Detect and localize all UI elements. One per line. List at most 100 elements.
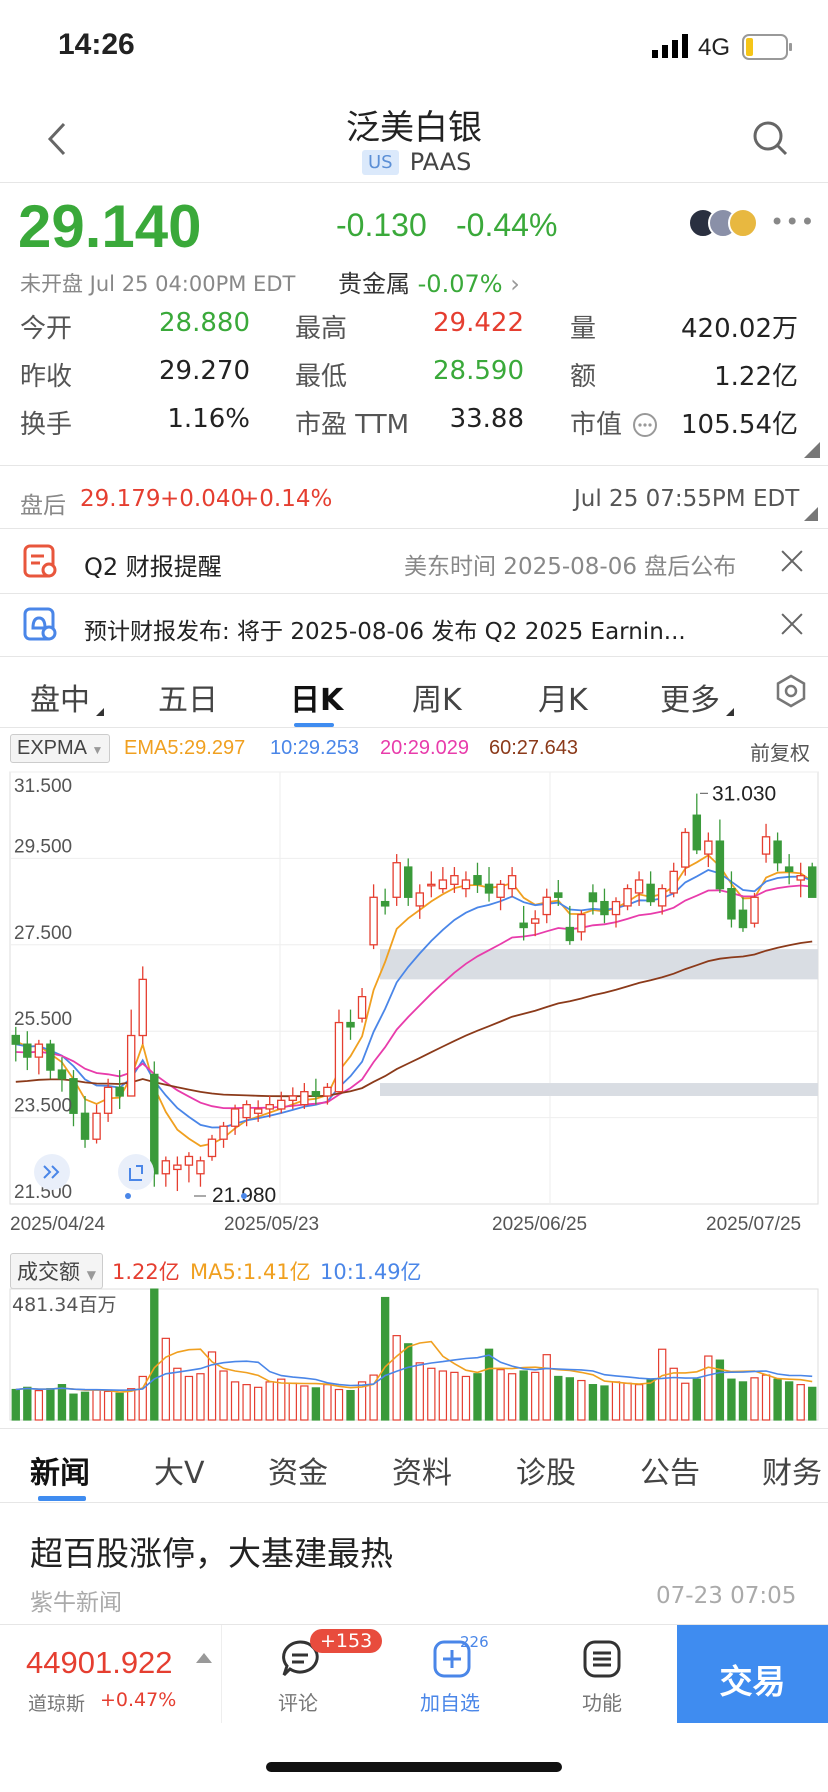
date-axis-label: 2025/05/23 xyxy=(224,1214,319,1235)
ema5-label: EMA5:29.297 xyxy=(124,737,246,759)
content-tab[interactable]: 资料 xyxy=(392,1448,452,1492)
volume-bar xyxy=(219,1370,228,1421)
volume-bar xyxy=(230,1381,240,1421)
volume-ma5: MA5:1.41亿 xyxy=(190,1260,311,1284)
volume-bar xyxy=(727,1378,736,1421)
chart-tab[interactable]: 月K xyxy=(538,675,588,719)
volume-bar xyxy=(103,1390,113,1421)
content-tab[interactable]: 财务 xyxy=(762,1448,822,1492)
volume-bar xyxy=(150,1288,159,1421)
avatar-group[interactable] xyxy=(688,208,762,238)
fullscreen-button[interactable] xyxy=(118,1154,154,1190)
after-hours-time: Jul 25 07:55PM EDT xyxy=(574,486,800,512)
chevron-down-icon: ▼ xyxy=(91,743,104,757)
watch-count: 226 xyxy=(460,1633,489,1651)
index-ticker[interactable]: 44901.922 道琼斯 +0.47% xyxy=(0,1625,222,1723)
earnings-reminder[interactable]: Q2 财报提醒 美东时间 2025-08-06 盘后公布 xyxy=(0,529,828,593)
functions-button[interactable]: 功能 xyxy=(554,1625,654,1723)
content-tab[interactable]: 新闻 xyxy=(30,1448,90,1492)
volume-bar xyxy=(127,1388,136,1421)
close-icon[interactable] xyxy=(780,612,804,636)
content-tab[interactable]: 资金 xyxy=(268,1448,328,1492)
volume-bar xyxy=(57,1384,67,1421)
candle-body xyxy=(519,922,528,929)
settings-icon[interactable] xyxy=(774,674,808,708)
volume-bar xyxy=(461,1375,471,1421)
candle-body xyxy=(415,892,424,907)
content-tab[interactable]: 公告 xyxy=(640,1448,700,1492)
chart-tab[interactable]: 周K xyxy=(412,675,462,719)
search-icon[interactable] xyxy=(752,120,788,156)
after-hours-price: 29.179 xyxy=(80,486,161,512)
stat-value: 28.880 xyxy=(159,308,250,338)
functions-label: 功能 xyxy=(582,1691,622,1715)
candle-body xyxy=(334,1021,344,1093)
watch-label: 加自选 xyxy=(420,1691,480,1715)
volume-bar xyxy=(69,1393,78,1421)
candle-body xyxy=(773,840,782,864)
more-icon[interactable]: ••• xyxy=(770,208,815,236)
collapse-button[interactable] xyxy=(34,1154,70,1190)
candle-body xyxy=(173,1164,182,1171)
chart-tab[interactable]: 更多 xyxy=(660,675,720,719)
event-dot xyxy=(241,1193,247,1199)
network-label: 4G xyxy=(698,34,731,61)
trade-button[interactable]: 交易 xyxy=(677,1625,828,1723)
volume-bar xyxy=(623,1382,632,1421)
info-icon[interactable] xyxy=(632,412,658,442)
volume-bar xyxy=(242,1384,251,1421)
volume-bar xyxy=(288,1382,297,1421)
indicator-select[interactable]: EXPMA ▼ xyxy=(10,734,111,763)
candle-body xyxy=(207,1138,217,1158)
volume-bar xyxy=(808,1386,817,1421)
volume-bar xyxy=(681,1382,690,1421)
high-label: 31.030 xyxy=(712,782,776,805)
volume-bar xyxy=(796,1384,805,1421)
candle-body xyxy=(750,896,759,924)
chart-tab[interactable]: 五日 xyxy=(158,675,218,719)
date-axis-label: 2025/06/25 xyxy=(492,1214,587,1235)
date-axis-label: 2025/07/25 xyxy=(706,1214,801,1235)
volume-bar xyxy=(761,1374,771,1421)
after-hours-row: 盘后 29.179 +0.040 +0.14% Jul 25 07:55PM E… xyxy=(0,466,828,528)
volume-bar xyxy=(23,1386,32,1421)
candle-body xyxy=(507,875,517,890)
volume-bar xyxy=(577,1379,586,1421)
candle-body xyxy=(369,896,378,946)
stat-label: 最低 xyxy=(295,362,348,392)
volume-select[interactable]: 成交额 ▼ xyxy=(10,1253,103,1289)
content-tab[interactable]: 诊股 xyxy=(516,1448,576,1492)
index-name: 道琼斯 xyxy=(28,1693,86,1715)
adjust-mode[interactable]: 前复权 xyxy=(750,737,810,766)
close-icon[interactable] xyxy=(780,549,804,573)
chart-tabs: 盘中 五日 日K 周K 月K 更多 xyxy=(0,657,828,727)
expand-corner-icon[interactable] xyxy=(804,506,818,521)
expand-corner-icon[interactable] xyxy=(804,442,820,458)
earnings-forecast[interactable]: 预计财报发布: 将于 2025-08-06 发布 Q2 2025 Earnin.… xyxy=(0,594,828,656)
current-price: 29.140 xyxy=(18,193,202,260)
volume-bar xyxy=(692,1378,701,1421)
volume-bar xyxy=(588,1384,598,1421)
stat-value: 105.54亿 xyxy=(681,410,798,440)
content-tab[interactable]: 大V xyxy=(154,1448,205,1492)
volume-chart[interactable]: 481.34百万 xyxy=(0,1287,828,1422)
comment-button[interactable]: +153 评论 xyxy=(250,1625,383,1723)
nav-bar: 泛美白银 US PAAS xyxy=(0,90,828,182)
volume-bar xyxy=(392,1335,401,1421)
candle-body xyxy=(473,875,482,885)
candle-body xyxy=(588,892,598,903)
stat-label: 昨收 xyxy=(20,362,73,392)
price-chart[interactable]: 31.50029.50027.50025.50023.50021.50031.0… xyxy=(0,768,828,1238)
volume-bar xyxy=(265,1381,274,1421)
chart-tab[interactable]: 盘中 xyxy=(30,675,90,719)
volume-bar xyxy=(738,1381,748,1421)
report-icon xyxy=(22,543,58,579)
volume-bar xyxy=(415,1362,424,1421)
candle-body xyxy=(34,1043,44,1058)
chart-tab[interactable]: 日K xyxy=(290,675,343,719)
news-item[interactable]: 超百股涨停，大基建最热 紫牛新闻 07-23 07:05 xyxy=(0,1503,828,1623)
add-watchlist-button[interactable]: 226 加自选 xyxy=(400,1625,510,1723)
candle-body xyxy=(681,831,690,868)
sector-link[interactable]: 贵金属 -0.07% › xyxy=(338,264,520,299)
candle-body xyxy=(23,1043,32,1058)
